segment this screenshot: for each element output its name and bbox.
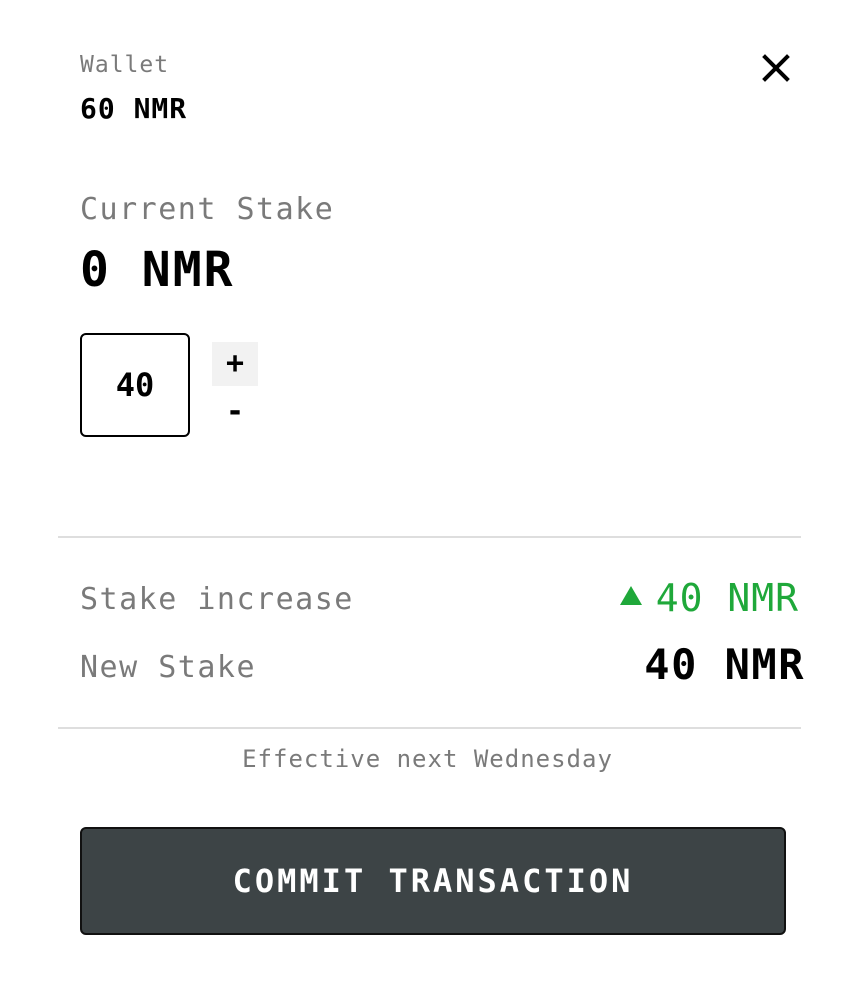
stake-increase-value-group: 40 NMR <box>619 576 799 620</box>
close-button[interactable] <box>756 48 796 88</box>
current-stake-value: 0 NMR <box>80 242 235 298</box>
decrement-button[interactable]: - <box>212 390 258 434</box>
stake-amount-input[interactable] <box>80 333 190 437</box>
stake-increase-value: 40 NMR <box>655 576 799 620</box>
increment-button[interactable]: + <box>212 342 258 386</box>
stake-increase-label: Stake increase <box>80 582 354 617</box>
new-stake-value: 40 NMR <box>644 640 805 689</box>
wallet-label: Wallet <box>80 52 170 78</box>
divider-top <box>58 536 801 538</box>
arrow-up-icon <box>619 585 642 605</box>
current-stake-label: Current Stake <box>80 192 335 227</box>
close-icon <box>762 54 790 82</box>
effective-note: Effective next Wednesday <box>242 745 613 773</box>
divider-bottom <box>58 727 801 729</box>
new-stake-label: New Stake <box>80 650 257 685</box>
wallet-balance: 60 NMR <box>80 92 188 125</box>
commit-transaction-button[interactable]: COMMIT TRANSACTION <box>80 827 786 935</box>
